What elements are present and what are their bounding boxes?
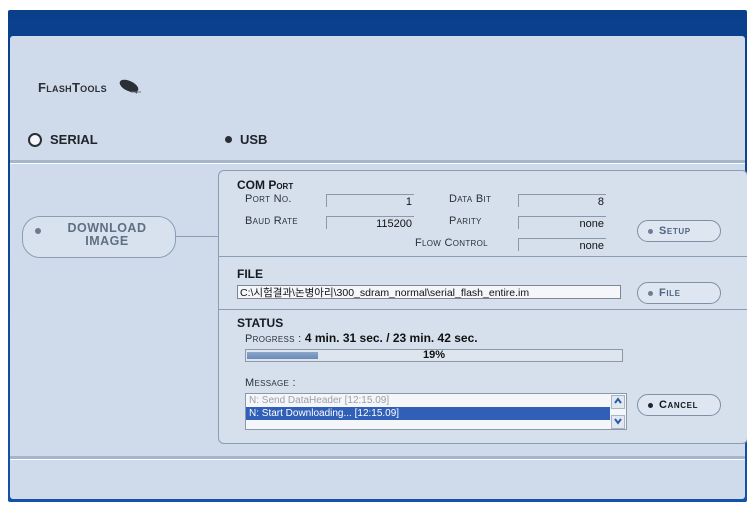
port-no-label: Port No. [245,193,292,205]
serial-radio-icon [28,132,42,147]
file-label: File [659,287,681,299]
message-list[interactable]: N: Send DataHeader [12:15.09] N: Start D… [245,393,627,430]
chevron-down-icon[interactable] [611,415,625,429]
settings-panel: COM Port Port No. 1 Data Bit 8 Baud Rate… [218,170,747,444]
main-window: FlashTools SERIAL USB DOWNLOAD IMAGE COM… [10,36,747,499]
download-image-button[interactable]: DOWNLOAD IMAGE [22,216,176,258]
serial-radio[interactable]: SERIAL [28,132,98,147]
parity-label: Parity [449,215,482,227]
message-label: Message : [245,377,296,389]
data-bit-field[interactable]: 8 [518,194,606,208]
usb-radio[interactable]: USB [223,132,267,147]
logo-text: FlashTools [38,80,107,95]
file-title: FILE [237,267,263,281]
progress-bar: 19% [245,349,623,362]
list-item[interactable]: N: Start Downloading... [12:15.09] [246,407,610,420]
section-divider [219,256,747,257]
file-button[interactable]: File [637,282,721,304]
download-dot-icon [35,228,41,234]
app-logo: FlashTools [38,78,143,96]
file-dot-icon [648,290,653,296]
cancel-button[interactable]: Cancel [637,394,721,416]
progress-readout: Progress : 4 min. 31 sec. / 23 min. 42 s… [245,331,478,345]
data-bit-label: Data Bit [449,193,492,205]
port-no-field[interactable]: 1 [326,194,414,208]
progress-time: 4 min. 31 sec. / 23 min. 42 sec. [304,331,478,345]
setup-button[interactable]: Setup [637,220,721,242]
footer-divider [10,456,745,459]
baud-rate-label: Baud Rate [245,215,298,227]
progress-label: Progress : [245,333,305,345]
setup-dot-icon [648,228,653,234]
section-divider [219,309,747,310]
parity-field[interactable]: none [518,216,606,230]
usb-radio-icon [225,136,232,143]
cancel-dot-icon [648,402,653,408]
flow-control-field[interactable]: none [518,238,606,252]
header-divider [10,160,745,163]
baud-rate-field[interactable]: 115200 [326,216,414,230]
flow-control-label: Flow Control [415,237,488,249]
title-bar [8,10,747,36]
download-image-label: DOWNLOAD IMAGE [67,221,147,248]
connector-line [175,236,218,237]
serial-label: SERIAL [50,132,98,147]
com-port-title: COM Port [237,178,294,192]
satellite-dish-icon [117,78,143,96]
file-path-field[interactable]: C:\시험결과\논병아리\300_sdram_normal\serial_fla… [237,285,621,299]
progress-percent: 19% [422,349,446,361]
list-item[interactable]: N: Send DataHeader [12:15.09] [246,394,626,407]
setup-label: Setup [659,225,691,237]
chevron-up-icon[interactable] [611,395,625,409]
usb-label: USB [240,132,268,147]
app-frame: FlashTools SERIAL USB DOWNLOAD IMAGE COM… [8,10,747,502]
status-title: STATUS [237,316,284,330]
cancel-label: Cancel [659,399,699,411]
